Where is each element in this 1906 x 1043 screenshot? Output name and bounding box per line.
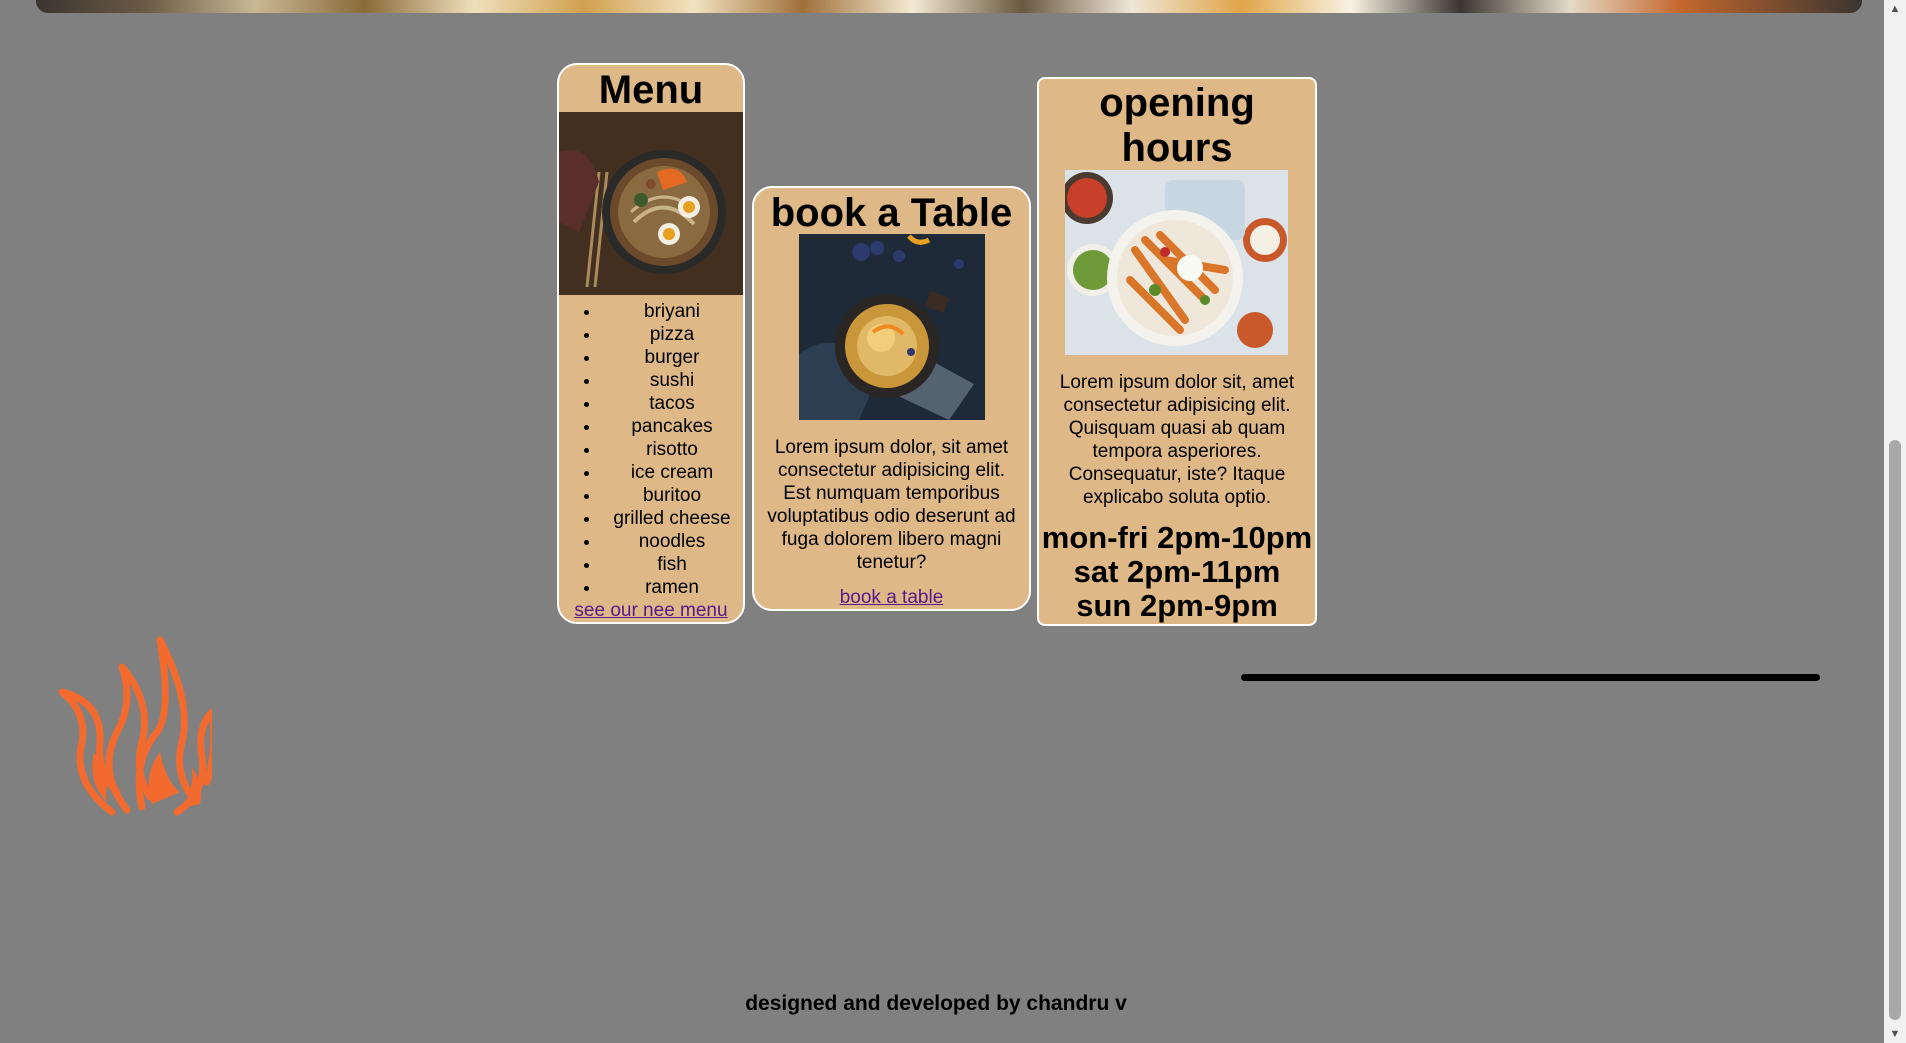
list-item: burger — [601, 346, 743, 369]
opening-hours-card: opening hours Lorem ipsum dolor sit, ame… — [1037, 77, 1317, 626]
scroll-up-icon[interactable]: ▲ — [1884, 0, 1906, 18]
ramen-bowl-image — [559, 112, 743, 295]
menu-card: Menu briyani pizza burger sushi tacos pa… — [557, 63, 745, 624]
list-item: grilled cheese — [601, 507, 743, 530]
list-item: briyani — [601, 300, 743, 323]
menu-list: briyani pizza burger sushi tacos pancake… — [559, 300, 743, 599]
book-table-link[interactable]: book a table — [754, 587, 1029, 609]
hours-sunday: sun 2pm-9pm — [1076, 588, 1278, 623]
footer-credit: designed and developed by chandru v — [745, 992, 1127, 1015]
hero-image-strip — [36, 0, 1862, 13]
list-item: ice cream — [601, 461, 743, 484]
list-item: buritoo — [601, 484, 743, 507]
page-scrollbar[interactable]: ▲ ▼ — [1884, 0, 1906, 1043]
opening-hours-text: Lorem ipsum dolor sit, amet consectetur … — [1059, 372, 1295, 508]
list-item: noodles — [601, 530, 743, 553]
see-menu-link[interactable]: see our nee menu — [559, 600, 743, 622]
opening-hours-title: opening hours — [1099, 81, 1255, 170]
flame-icon — [58, 636, 212, 816]
list-item: fish — [601, 553, 743, 576]
menu-title: Menu — [598, 68, 704, 112]
scroll-down-icon[interactable]: ▼ — [1884, 1025, 1906, 1043]
fries-platter-image — [1065, 170, 1288, 355]
list-item: sushi — [601, 369, 743, 392]
book-table-card: book a Table Lorem ipsum dolor, sit amet… — [752, 186, 1031, 611]
list-item: pancakes — [601, 415, 743, 438]
opening-times: mon-fri 2pm-10pm sat 2pm-11pm sun 2pm-9p… — [1039, 521, 1315, 623]
book-table-title: book a Table — [770, 191, 1013, 235]
hours-saturday: sat 2pm-11pm — [1073, 554, 1281, 589]
list-item: risotto — [601, 438, 743, 461]
pancake-bowl-image — [799, 234, 985, 420]
list-item: pizza — [601, 323, 743, 346]
list-item: tacos — [601, 392, 743, 415]
divider-line — [1241, 674, 1820, 681]
list-item: ramen — [601, 576, 743, 599]
hours-weekdays: mon-fri 2pm-10pm — [1041, 520, 1313, 555]
book-table-text: Lorem ipsum dolor, sit amet consectetur … — [767, 437, 1016, 573]
scrollbar-thumb[interactable] — [1889, 440, 1901, 1020]
